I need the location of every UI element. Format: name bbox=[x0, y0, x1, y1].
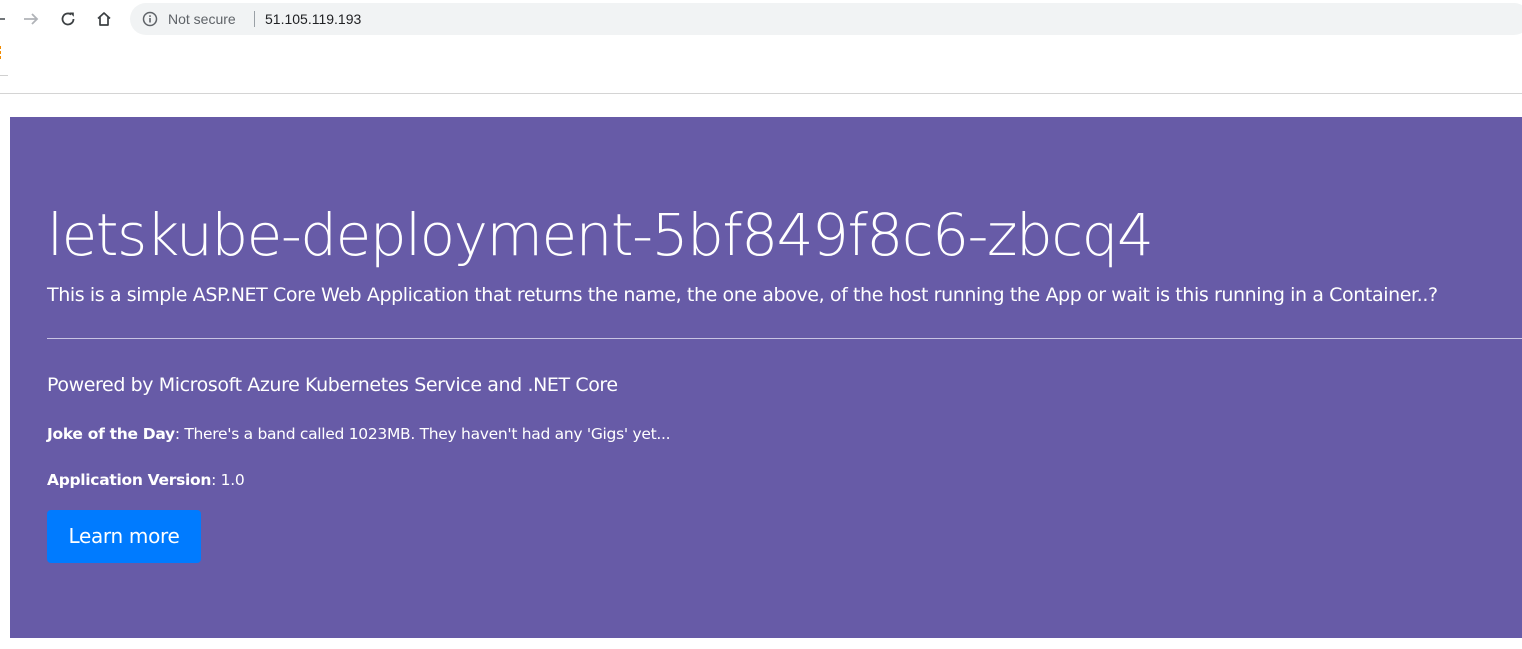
application-version: Application Version: 1.0 bbox=[47, 469, 245, 491]
home-button[interactable] bbox=[91, 6, 117, 32]
divider bbox=[47, 338, 1522, 339]
home-icon bbox=[97, 12, 111, 26]
lead-text: This is a simple ASP.NET Core Web Applic… bbox=[47, 284, 1438, 306]
bookmark-divider bbox=[0, 75, 8, 76]
apps-icon[interactable] bbox=[0, 46, 2, 60]
url-text[interactable]: 51.105.119.193 bbox=[265, 3, 361, 35]
powered-by-text: Powered by Microsoft Azure Kubernetes Se… bbox=[47, 374, 618, 396]
arrow-left-icon bbox=[0, 18, 5, 20]
version-value: : 1.0 bbox=[211, 471, 245, 489]
address-bar[interactable]: Not secure 51.105.119.193 bbox=[130, 3, 1522, 35]
jumbotron: letskube-deployment-5bf849f8c6-zbcq4 Thi… bbox=[10, 117, 1522, 638]
joke-of-the-day: Joke of the Day: There's a band called 1… bbox=[47, 423, 671, 445]
security-status[interactable]: Not secure bbox=[168, 3, 236, 35]
arrow-right-icon bbox=[24, 13, 39, 25]
bookmarks-bar bbox=[0, 38, 1522, 94]
omnibox-divider bbox=[254, 11, 255, 27]
reload-icon bbox=[61, 12, 75, 26]
joke-text: : There's a band called 1023MB. They hav… bbox=[174, 425, 671, 443]
info-icon[interactable] bbox=[142, 11, 158, 27]
reload-button[interactable] bbox=[55, 6, 81, 32]
joke-label: Joke of the Day bbox=[47, 425, 175, 443]
learn-more-button[interactable]: Learn more bbox=[47, 510, 201, 563]
forward-button[interactable] bbox=[18, 6, 44, 32]
browser-toolbar: Not secure 51.105.119.193 bbox=[0, 0, 1522, 38]
version-label: Application Version bbox=[47, 471, 212, 489]
back-button[interactable] bbox=[0, 6, 12, 32]
host-name-heading: letskube-deployment-5bf849f8c6-zbcq4 bbox=[47, 201, 1154, 269]
